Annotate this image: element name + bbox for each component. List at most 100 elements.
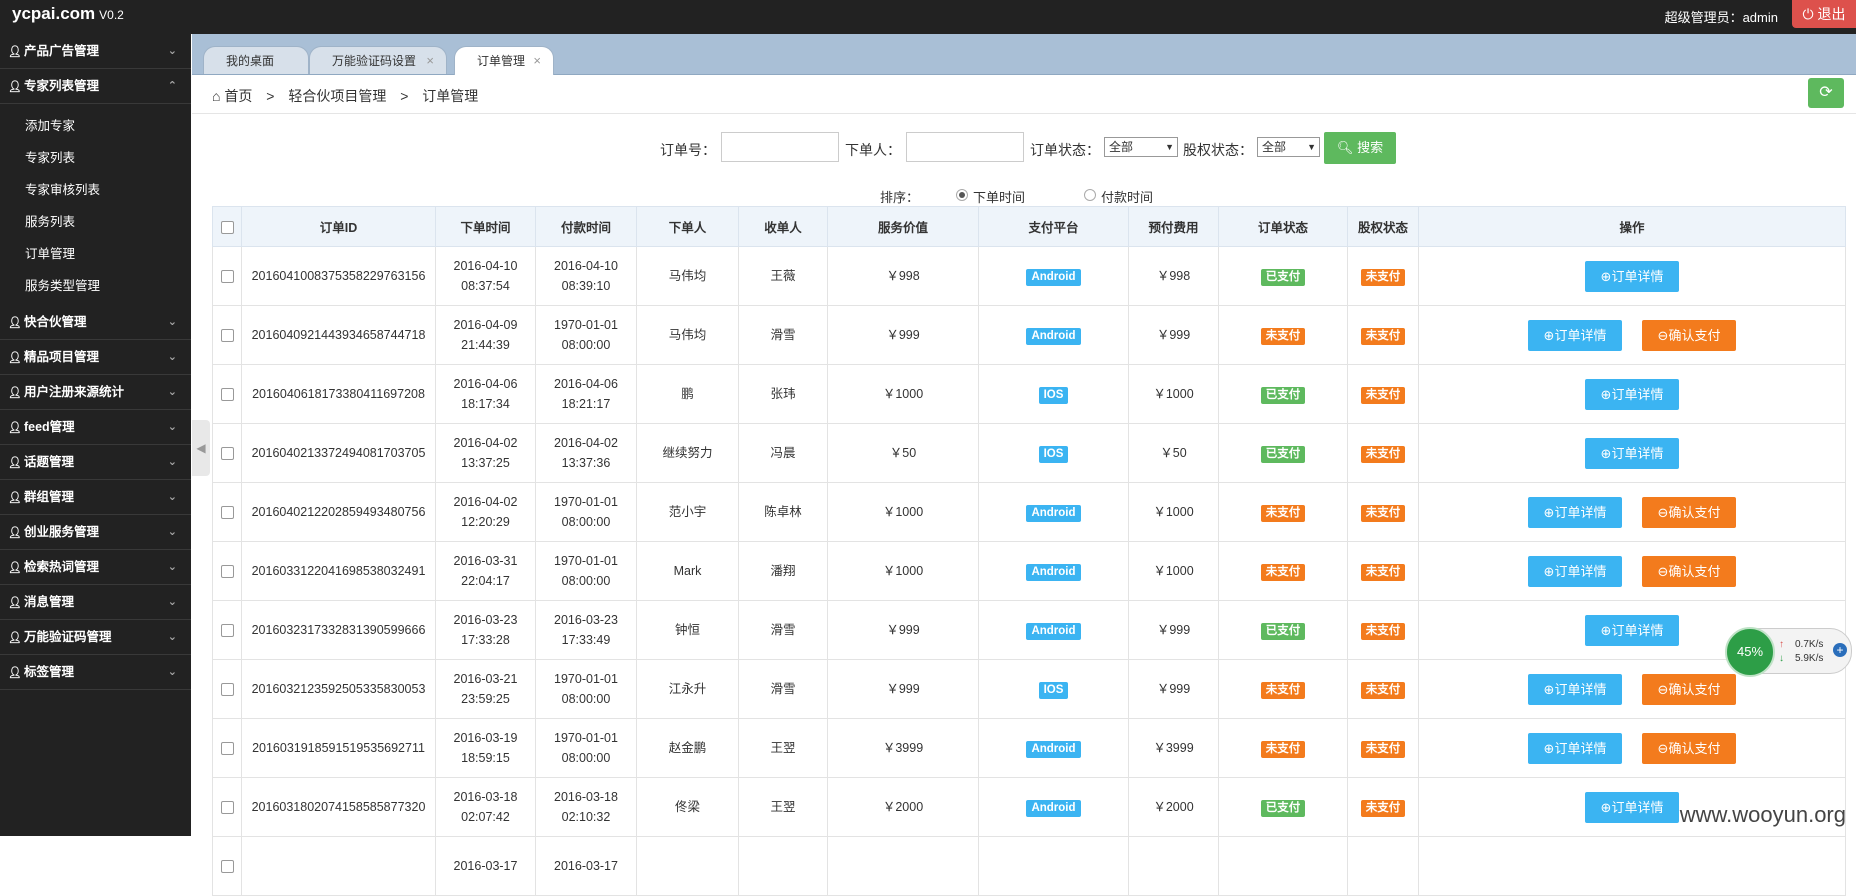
col-header-prepay[interactable]: 预付费用 <box>1128 206 1219 247</box>
tab-my-desktop[interactable]: 我的桌面 <box>203 46 309 74</box>
confirm-payment-button[interactable]: ⊖确认支付 <box>1642 555 1736 587</box>
tab-universal-code-settings[interactable]: 万能验证码设置 × <box>309 46 447 74</box>
plus-icon[interactable]: + <box>1833 643 1847 657</box>
row-checkbox[interactable] <box>220 270 234 284</box>
order-time-cell-date: 2016-04-09 <box>453 318 518 332</box>
row-checkbox[interactable] <box>220 506 234 520</box>
row-checkbox[interactable] <box>220 742 234 756</box>
col-header-order-status[interactable]: 订单状态 <box>1218 206 1348 247</box>
col-header-order-id[interactable]: 订单ID <box>241 206 436 247</box>
sidebar-item[interactable]: 订单管理 <box>0 238 191 270</box>
order-detail-label: 订单详情 <box>1554 563 1607 579</box>
user-icon: 👤︎ <box>8 632 22 644</box>
orderer-cell: 赵金鹏 <box>636 718 739 778</box>
sidebar-collapse-handle[interactable]: ◀ <box>192 420 210 476</box>
row-checkbox[interactable] <box>220 624 234 638</box>
row-select-cell <box>212 777 242 837</box>
breadcrumb-current: 订单管理 <box>422 88 479 104</box>
order-detail-button[interactable]: ⊕订单详情 <box>1585 260 1679 292</box>
col-header-order-time[interactable]: 下单时间 <box>435 206 536 247</box>
order-detail-button[interactable]: ⊕订单详情 <box>1528 319 1622 351</box>
order-time-cell: 2016-03-17 <box>435 836 536 896</box>
confirm-payment-button[interactable]: ⊖确认支付 <box>1642 732 1736 764</box>
order-detail-button[interactable]: ⊕订单详情 <box>1585 437 1679 469</box>
sidebar-group[interactable]: 👤︎ 产品广告管理 ⌄ <box>0 34 191 69</box>
sidebar-group[interactable]: 👤︎ 用户注册来源统计 ⌄ <box>0 375 191 410</box>
confirm-payment-label: 确认支付 <box>1668 504 1721 520</box>
brand-name: ycpai.com <box>12 4 96 23</box>
row-checkbox[interactable] <box>220 683 234 697</box>
col-header-orderer[interactable]: 下单人 <box>636 206 739 247</box>
row-checkbox[interactable] <box>220 388 234 402</box>
row-checkbox[interactable] <box>220 565 234 579</box>
sidebar-group[interactable]: 👤︎ 消息管理 ⌄ <box>0 585 191 620</box>
tab-order-management[interactable]: 订单管理 × <box>454 46 554 75</box>
select-all-checkbox[interactable] <box>220 220 234 234</box>
sidebar-group[interactable]: 👤︎ 话题管理 ⌄ <box>0 445 191 480</box>
order-id-cell: 2016041008375358229763156 <box>241 246 436 306</box>
sidebar-group[interactable]: 👤︎ 专家列表管理 ⌃ <box>0 69 191 104</box>
order-no-input[interactable] <box>721 132 839 162</box>
confirm-payment-button[interactable]: ⊖确认支付 <box>1642 319 1736 351</box>
pay-time-cell: 1970-01-01 08:00:00 <box>535 482 637 542</box>
orderer-cell <box>636 836 739 896</box>
order-time-cell-date: 2016-03-21 <box>453 672 518 686</box>
refresh-button[interactable]: ⟳ <box>1808 78 1844 108</box>
platform-cell: Android <box>978 482 1129 542</box>
confirm-payment-button[interactable]: ⊖确认支付 <box>1642 496 1736 528</box>
col-header-service-value[interactable]: 服务价值 <box>827 206 979 247</box>
sidebar-item[interactable]: 服务列表 <box>0 206 191 238</box>
order-detail-button[interactable]: ⊕订单详情 <box>1528 555 1622 587</box>
tab-close-icon[interactable]: × <box>426 47 434 75</box>
order-detail-button[interactable]: ⊕订单详情 <box>1528 673 1622 705</box>
dropdown-arrow-icon: ▼ <box>1307 142 1316 152</box>
confirm-payment-button[interactable]: ⊖确认支付 <box>1642 673 1736 705</box>
breadcrumb-home[interactable]: 首页 <box>224 88 252 104</box>
sort-option-pay-time[interactable]: 付款时间 <box>1101 187 1153 206</box>
order-detail-button[interactable]: ⊕订单详情 <box>1528 496 1622 528</box>
sidebar-group[interactable]: 👤︎ feed管理 ⌄ <box>0 410 191 445</box>
prepay-cell: ￥3999 <box>1128 718 1219 778</box>
sidebar-group[interactable]: 👤︎ 标签管理 ⌄ <box>0 655 191 690</box>
col-header-pay-time[interactable]: 付款时间 <box>535 206 637 247</box>
equity-status-select[interactable]: 全部 ▼ <box>1257 137 1320 157</box>
col-header-equity-status[interactable]: 股权状态 <box>1347 206 1419 247</box>
order-status-cell <box>1218 836 1348 896</box>
pay-time-cell-time: 08:00:00 <box>561 515 611 529</box>
row-checkbox[interactable] <box>220 801 234 815</box>
sort-by-pay-time-radio[interactable] <box>1084 189 1096 201</box>
sidebar-group[interactable]: 👤︎ 快合伙管理 ⌄ <box>0 305 191 340</box>
sidebar-group[interactable]: 👤︎ 创业服务管理 ⌄ <box>0 515 191 550</box>
sidebar-group[interactable]: 👤︎ 群组管理 ⌄ <box>0 480 191 515</box>
row-checkbox[interactable] <box>220 860 234 874</box>
orderer-input[interactable] <box>906 132 1024 162</box>
network-speed-widget[interactable]: 45% 0.7K/s 5.9K/s + <box>1725 627 1852 677</box>
user-icon: 👤︎ <box>8 597 22 609</box>
orders-table: 订单ID 下单时间 付款时间 下单人 收单人 服务价值 支付平台 预付费用 订单… <box>212 206 1846 896</box>
receiver-cell: 滑雪 <box>738 659 828 719</box>
order-time-cell-time: 18:17:34 <box>461 397 510 411</box>
equity-status-cell: 未支付 <box>1347 718 1419 778</box>
search-button[interactable]: 🔍︎ 搜索 <box>1324 132 1396 164</box>
brand-logo[interactable]: ycpai.com V0.2 <box>12 4 124 24</box>
order-detail-button[interactable]: ⊕订单详情 <box>1528 732 1622 764</box>
tab-close-icon[interactable]: × <box>533 47 541 75</box>
order-detail-button[interactable]: ⊕订单详情 <box>1585 791 1679 823</box>
sidebar-item[interactable]: 服务类型管理 <box>0 270 191 302</box>
row-checkbox[interactable] <box>220 329 234 343</box>
sort-option-order-time[interactable]: 下单时间 <box>973 187 1025 206</box>
breadcrumb-level1[interactable]: 轻合伙项目管理 <box>288 88 386 104</box>
order-detail-button[interactable]: ⊕订单详情 <box>1585 378 1679 410</box>
sidebar-group[interactable]: 👤︎ 万能验证码管理 ⌄ <box>0 620 191 655</box>
order-status-select[interactable]: 全部 ▼ <box>1104 137 1178 157</box>
sort-by-order-time-radio[interactable] <box>956 189 968 201</box>
sidebar-group[interactable]: 👤︎ 检索热词管理 ⌄ <box>0 550 191 585</box>
logout-button[interactable]: ⏻ 退出 <box>1792 0 1856 28</box>
pay-time-cell-date: 1970-01-01 <box>554 554 618 568</box>
row-checkbox[interactable] <box>220 447 234 461</box>
col-header-platform[interactable]: 支付平台 <box>978 206 1129 247</box>
order-detail-button[interactable]: ⊕订单详情 <box>1585 614 1679 646</box>
sidebar-group[interactable]: 👤︎ 精品项目管理 ⌄ <box>0 340 191 375</box>
order-detail-label: 订单详情 <box>1554 504 1607 520</box>
col-header-receiver[interactable]: 收单人 <box>738 206 828 247</box>
